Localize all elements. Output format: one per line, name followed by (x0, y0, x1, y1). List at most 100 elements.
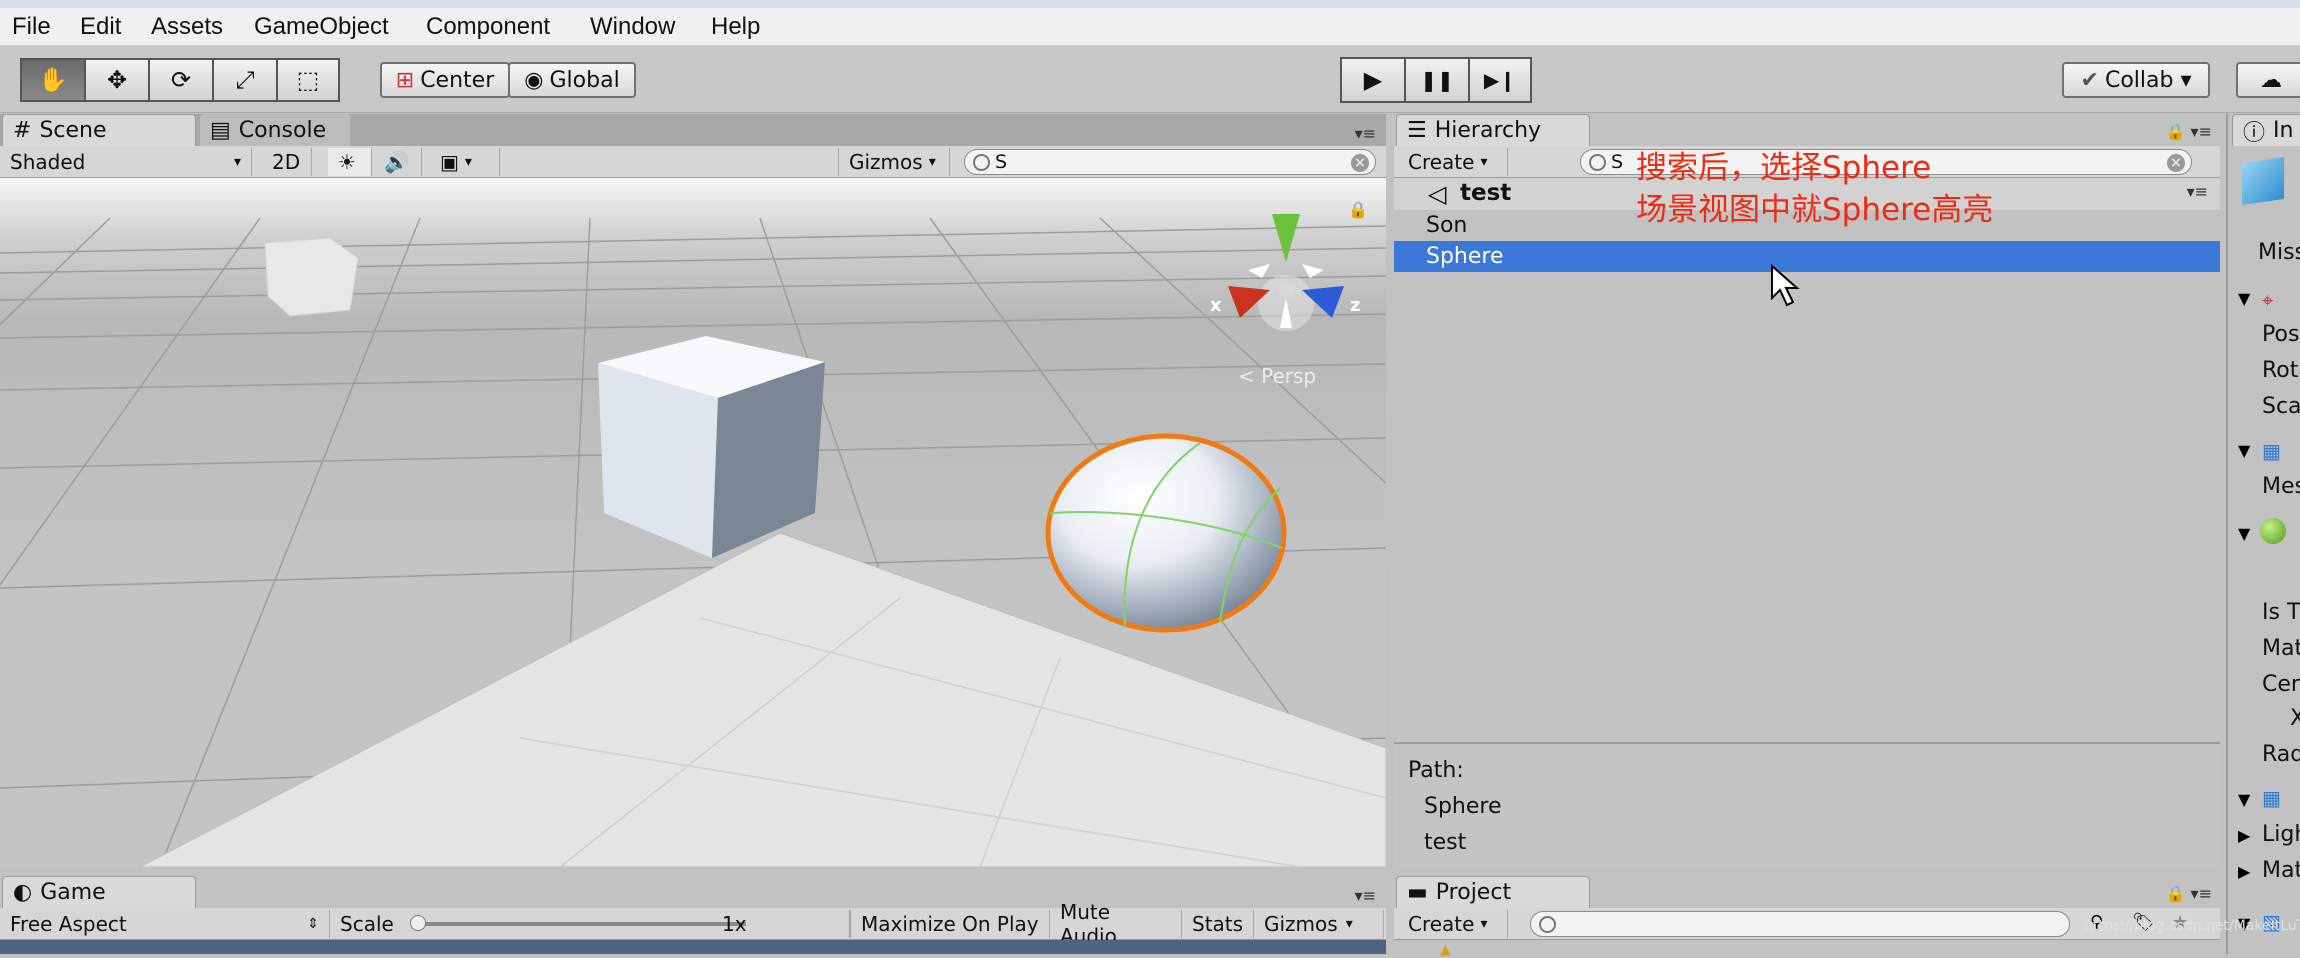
tab-console-label: Console (238, 117, 327, 143)
renderer-expand-icon[interactable]: ▼ (2238, 790, 2250, 809)
hierarchy-create-dropdown[interactable]: Create ▾ (1398, 148, 1508, 176)
game-gizmos-label: Gizmos (1264, 912, 1338, 936)
shading-mode-label: Shaded (10, 150, 86, 174)
scene-panel: # Scene ▤ Console ▾≡ Shaded ▾ 2D ☀ 🔊 ▣ ▾ Giz… (0, 114, 1386, 867)
menu-assets[interactable]: Assets (151, 13, 223, 41)
lighting-toggle[interactable]: ☀ (328, 148, 372, 176)
panel-menu-icon[interactable]: 🔒 ▾≡ (2166, 884, 2212, 903)
dropdown-arrow-icon: ▾ (1345, 916, 1353, 932)
mesh-renderer-icon: ▦ (2262, 786, 2281, 810)
tab-hierarchy[interactable]: ☰ Hierarchy (1396, 114, 1590, 146)
panel-menu-icon[interactable]: ▾≡ (1355, 886, 1376, 905)
mesh-filter-expand-icon[interactable]: ▼ (2238, 441, 2250, 460)
hand-tool-button[interactable]: ✋ (20, 58, 86, 102)
search-icon (1539, 916, 1556, 933)
transform-expand-icon[interactable]: ▼ (2238, 289, 2250, 308)
info-icon: ⓘ (2243, 120, 2266, 146)
gizmos-dropdown[interactable]: Gizmos ▾ (838, 148, 950, 176)
persp-label[interactable]: < Persp (1238, 364, 1316, 388)
maximize-on-play-toggle[interactable]: Maximize On Play (850, 910, 1050, 938)
game-gizmos-dropdown[interactable]: Gizmos ▾ (1254, 910, 1384, 938)
pivot-center-toggle[interactable]: ⊞ Center (380, 62, 510, 98)
stats-toggle[interactable]: Stats (1182, 910, 1254, 938)
scale-slider-track[interactable] (416, 922, 746, 926)
project-search-input[interactable] (1530, 911, 2070, 937)
scene-menu-icon[interactable]: ▾≡ (2187, 182, 2208, 201)
inspector-row-center: Cen (2262, 672, 2300, 697)
scale-value: 1x (722, 912, 747, 936)
pivot-icon: ⊞ (395, 67, 415, 93)
menu-edit[interactable]: Edit (80, 13, 121, 41)
dropdown-arrow-icon: ▾ (1480, 916, 1488, 932)
collab-button[interactable]: ✔ Collab ▾ (2062, 62, 2210, 98)
path-item-sphere[interactable]: Sphere (1424, 794, 1502, 819)
panel-menu-icon[interactable]: 🔒 ▾≡ (2166, 122, 2212, 141)
shading-mode-dropdown[interactable]: Shaded ▾ (0, 148, 252, 176)
project-create-label: Create (1408, 912, 1475, 936)
play-button[interactable]: ▶ (1340, 57, 1406, 103)
lock-icon[interactable]: 🔒 (1348, 200, 1368, 219)
scene-viewport[interactable]: x z < Persp 🔒 (0, 178, 1386, 867)
tab-console[interactable]: ▤ Console (200, 114, 350, 146)
mute-audio-toggle[interactable]: Mute Audio (1050, 900, 1182, 948)
menu-help[interactable]: Help (711, 13, 760, 41)
menu-gameobject[interactable]: GameObject (254, 13, 389, 41)
orientation-gizmo[interactable] (1228, 214, 1344, 331)
materials-expand-icon[interactable]: ▶ (2238, 862, 2250, 881)
speaker-icon: 🔊 (384, 150, 409, 174)
clear-search-icon[interactable]: × (2167, 154, 2185, 172)
tab-inspector[interactable]: ⓘ In (2232, 114, 2300, 146)
scale-slider-thumb[interactable] (410, 915, 426, 931)
tab-project[interactable]: ▬ Project (1396, 876, 1590, 908)
clear-search-icon[interactable]: × (1351, 154, 1369, 172)
tab-game[interactable]: ◐ Game (2, 876, 196, 908)
dropdown-arrow-icon: ▾ (233, 154, 241, 170)
project-create-dropdown[interactable]: Create ▾ (1398, 910, 1508, 938)
tab-project-label: Project (1435, 880, 1512, 905)
window-top-strip (0, 0, 2300, 8)
annotation-line-1: 搜索后，选择Sphere (1636, 150, 1932, 186)
move-tool-button[interactable]: ✥ (84, 58, 150, 102)
scene-search-value: S (995, 151, 1008, 173)
gizmo-z-label: z (1350, 295, 1361, 316)
effects-dropdown[interactable]: ▣ ▾ (430, 148, 500, 176)
tab-hierarchy-label: Hierarchy (1434, 118, 1542, 143)
lighting-expand-icon[interactable]: ▶ (2238, 826, 2250, 845)
path-label: Path: (1408, 758, 1464, 783)
inspector-row-materials: Mat (2262, 858, 2300, 883)
menu-component[interactable]: Component (426, 13, 550, 41)
inspector-row-missing: Miss (2258, 240, 2300, 265)
scale-tool-button[interactable]: ⤢ (212, 58, 278, 102)
hierarchy-item-sphere[interactable]: Sphere (1394, 241, 2220, 272)
panel-menu-icon[interactable]: ▾≡ (1355, 124, 1376, 143)
menu-window[interactable]: Window (590, 13, 675, 41)
sphere-object-highlighted (1045, 433, 1287, 633)
2d-label: 2D (272, 150, 301, 174)
sphere-collider-icon (2260, 518, 2286, 544)
collider-expand-icon[interactable]: ▼ (2238, 524, 2250, 543)
tab-scene[interactable]: # Scene (2, 114, 196, 146)
rect-icon: ⬚ (296, 66, 320, 94)
cloud-button[interactable]: ☁ (2236, 62, 2300, 98)
space-global-toggle[interactable]: ◉ Global (508, 62, 636, 98)
game-panel: ◐ Game ▾≡ Free Aspect ⇕ Scale 1x Maximize … (0, 872, 1386, 954)
search-icon (1589, 154, 1606, 171)
hand-icon: ✋ (38, 66, 68, 94)
annotation-line-2: 场景视图中就Sphere高亮 (1636, 192, 1994, 228)
path-item-test[interactable]: test (1424, 830, 1466, 855)
dropdown-arrow-icon: ⇕ (307, 916, 319, 932)
pause-button[interactable]: ❚❚ (1404, 57, 1470, 103)
aspect-dropdown[interactable]: Free Aspect ⇕ (0, 910, 330, 938)
2d-toggle[interactable]: 2D (262, 148, 312, 176)
gizmo-neg-x-cone (1248, 264, 1270, 278)
menu-file[interactable]: File (12, 13, 51, 41)
scene-search-input[interactable]: S × (964, 149, 1376, 175)
audio-toggle[interactable]: 🔊 (374, 148, 422, 176)
mouse-cursor-icon (1771, 264, 1800, 307)
gizmo-neg-z-cone (1302, 264, 1324, 278)
step-button[interactable]: ▶❙ (1468, 57, 1532, 103)
tab-inspector-label: In (2273, 118, 2294, 143)
rect-tool-button[interactable]: ⬚ (276, 58, 340, 102)
dropdown-arrow-icon: ▾ (1480, 154, 1488, 170)
rotate-tool-button[interactable]: ⟳ (148, 58, 214, 102)
